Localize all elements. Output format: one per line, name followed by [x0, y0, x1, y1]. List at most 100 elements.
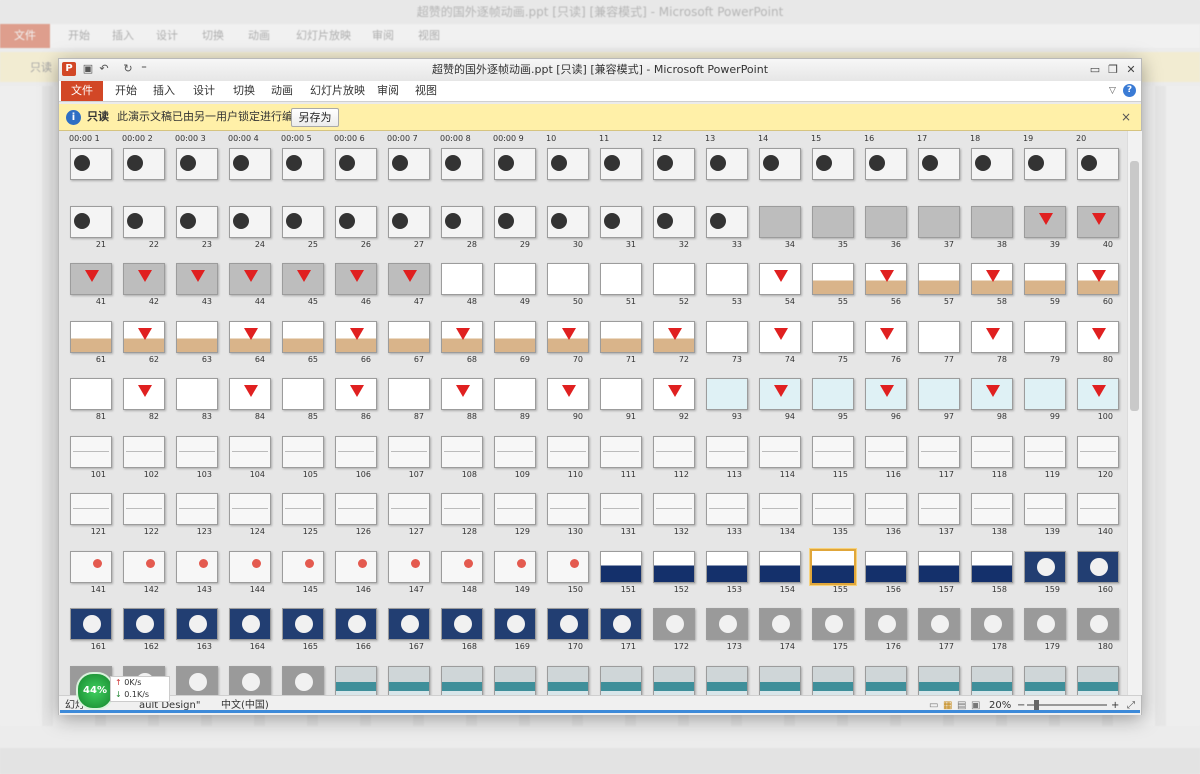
slide-preview[interactable]: [229, 550, 271, 583]
slide-thumbnail[interactable]: 105: [275, 431, 328, 489]
slide-thumbnail[interactable]: 70: [540, 316, 593, 374]
slide-thumbnail[interactable]: 185: [275, 661, 328, 695]
slide-thumbnail[interactable]: 26: [328, 201, 381, 259]
slide-preview[interactable]: [388, 148, 430, 180]
slide-preview[interactable]: [865, 148, 907, 180]
slide-preview[interactable]: [176, 148, 218, 180]
tab-design[interactable]: 设计: [193, 81, 215, 101]
tab-view[interactable]: 视图: [415, 81, 437, 101]
slide-thumbnail[interactable]: 62: [116, 316, 169, 374]
slide-preview[interactable]: [494, 435, 536, 468]
slide-thumbnail[interactable]: 183: [169, 661, 222, 695]
slide-thumbnail[interactable]: 81: [63, 373, 116, 431]
slide-preview[interactable]: [653, 263, 695, 295]
slide-thumbnail[interactable]: 169: [487, 603, 540, 661]
slide-preview[interactable]: [971, 608, 1013, 640]
slide-preview[interactable]: [865, 608, 907, 640]
slide-thumbnail[interactable]: [699, 143, 752, 201]
slide-preview[interactable]: [810, 548, 856, 585]
tab-file[interactable]: 文件: [61, 81, 103, 101]
slide-thumbnail[interactable]: 144: [222, 546, 275, 604]
minimize-button[interactable]: ▭: [1087, 62, 1103, 77]
slide-thumbnail[interactable]: 116: [858, 431, 911, 489]
slide-preview[interactable]: [653, 665, 695, 695]
slide-thumbnail[interactable]: 66: [328, 316, 381, 374]
slide-thumbnail[interactable]: 159: [1017, 546, 1070, 604]
slide-thumbnail[interactable]: 140: [1070, 488, 1123, 546]
slide-preview[interactable]: [812, 148, 854, 180]
slide-preview[interactable]: [335, 493, 377, 525]
slide-thumbnail[interactable]: 134: [752, 488, 805, 546]
slide-preview[interactable]: [70, 608, 112, 640]
slide-thumbnail[interactable]: [646, 143, 699, 201]
slide-preview[interactable]: [335, 320, 377, 353]
slide-preview[interactable]: [600, 665, 642, 695]
slide-thumbnail[interactable]: 196: [858, 661, 911, 695]
slide-preview[interactable]: [1077, 435, 1119, 468]
slide-preview[interactable]: [1024, 205, 1066, 238]
slide-preview[interactable]: [706, 148, 748, 180]
slide-thumbnail[interactable]: 126: [328, 488, 381, 546]
slide-preview[interactable]: [600, 608, 642, 640]
tab-home[interactable]: 开始: [115, 81, 137, 101]
slide-thumbnail[interactable]: 199: [1017, 661, 1070, 695]
help-icon[interactable]: ?: [1123, 84, 1136, 97]
slide-preview[interactable]: [229, 435, 271, 468]
slide-thumbnail[interactable]: 55: [805, 258, 858, 316]
slide-thumbnail[interactable]: 45: [275, 258, 328, 316]
slide-thumbnail[interactable]: 94: [752, 373, 805, 431]
slide-preview[interactable]: [812, 263, 854, 295]
zoom-slider-knob[interactable]: [1034, 700, 1039, 710]
slide-thumbnail[interactable]: 148: [434, 546, 487, 604]
slide-thumbnail[interactable]: 191: [593, 661, 646, 695]
slide-preview[interactable]: [229, 320, 271, 353]
slide-thumbnail[interactable]: 122: [116, 488, 169, 546]
slide-thumbnail[interactable]: [1017, 143, 1070, 201]
slide-preview[interactable]: [865, 263, 907, 295]
slide-thumbnail[interactable]: 98: [964, 373, 1017, 431]
infobar-close-button[interactable]: ×: [1121, 104, 1131, 130]
slide-thumbnail[interactable]: 180: [1070, 603, 1123, 661]
slide-thumbnail[interactable]: 104: [222, 431, 275, 489]
slide-preview[interactable]: [812, 320, 854, 353]
slide-preview[interactable]: [759, 205, 801, 238]
slide-thumbnail[interactable]: 152: [646, 546, 699, 604]
slide-thumbnail[interactable]: [752, 143, 805, 201]
slide-thumbnail[interactable]: 44: [222, 258, 275, 316]
slide-preview[interactable]: [494, 148, 536, 180]
slide-preview[interactable]: [282, 148, 324, 180]
slide-preview[interactable]: [70, 148, 112, 180]
slide-preview[interactable]: [971, 378, 1013, 410]
slide-preview[interactable]: [706, 263, 748, 295]
slide-preview[interactable]: [494, 550, 536, 583]
slide-thumbnail[interactable]: 32: [646, 201, 699, 259]
slide-thumbnail[interactable]: 40: [1070, 201, 1123, 259]
slide-preview[interactable]: [441, 665, 483, 695]
slide-thumbnail[interactable]: 163: [169, 603, 222, 661]
slide-thumbnail[interactable]: 25: [275, 201, 328, 259]
slide-preview[interactable]: [600, 263, 642, 295]
slide-thumbnail[interactable]: 67: [381, 316, 434, 374]
slide-thumbnail[interactable]: 38: [964, 201, 1017, 259]
slide-preview[interactable]: [547, 665, 589, 695]
slide-preview[interactable]: [918, 148, 960, 180]
slide-thumbnail[interactable]: 184: [222, 661, 275, 695]
slide-preview[interactable]: [653, 320, 695, 353]
slide-preview[interactable]: [1077, 665, 1119, 695]
slide-thumbnail[interactable]: 29: [487, 201, 540, 259]
slide-thumbnail[interactable]: 175: [805, 603, 858, 661]
slide-preview[interactable]: [1024, 263, 1066, 295]
slide-preview[interactable]: [600, 550, 642, 583]
slide-thumbnail[interactable]: 160: [1070, 546, 1123, 604]
slide-preview[interactable]: [494, 493, 536, 525]
slide-preview[interactable]: [1077, 148, 1119, 180]
slide-preview[interactable]: [1077, 378, 1119, 410]
slide-preview[interactable]: [918, 493, 960, 525]
slide-preview[interactable]: [812, 608, 854, 640]
slide-preview[interactable]: [441, 263, 483, 295]
slide-thumbnail[interactable]: 39: [1017, 201, 1070, 259]
slide-preview[interactable]: [653, 550, 695, 583]
slide-thumbnail[interactable]: 46: [328, 258, 381, 316]
slide-preview[interactable]: [1024, 435, 1066, 468]
slide-preview[interactable]: [282, 550, 324, 583]
